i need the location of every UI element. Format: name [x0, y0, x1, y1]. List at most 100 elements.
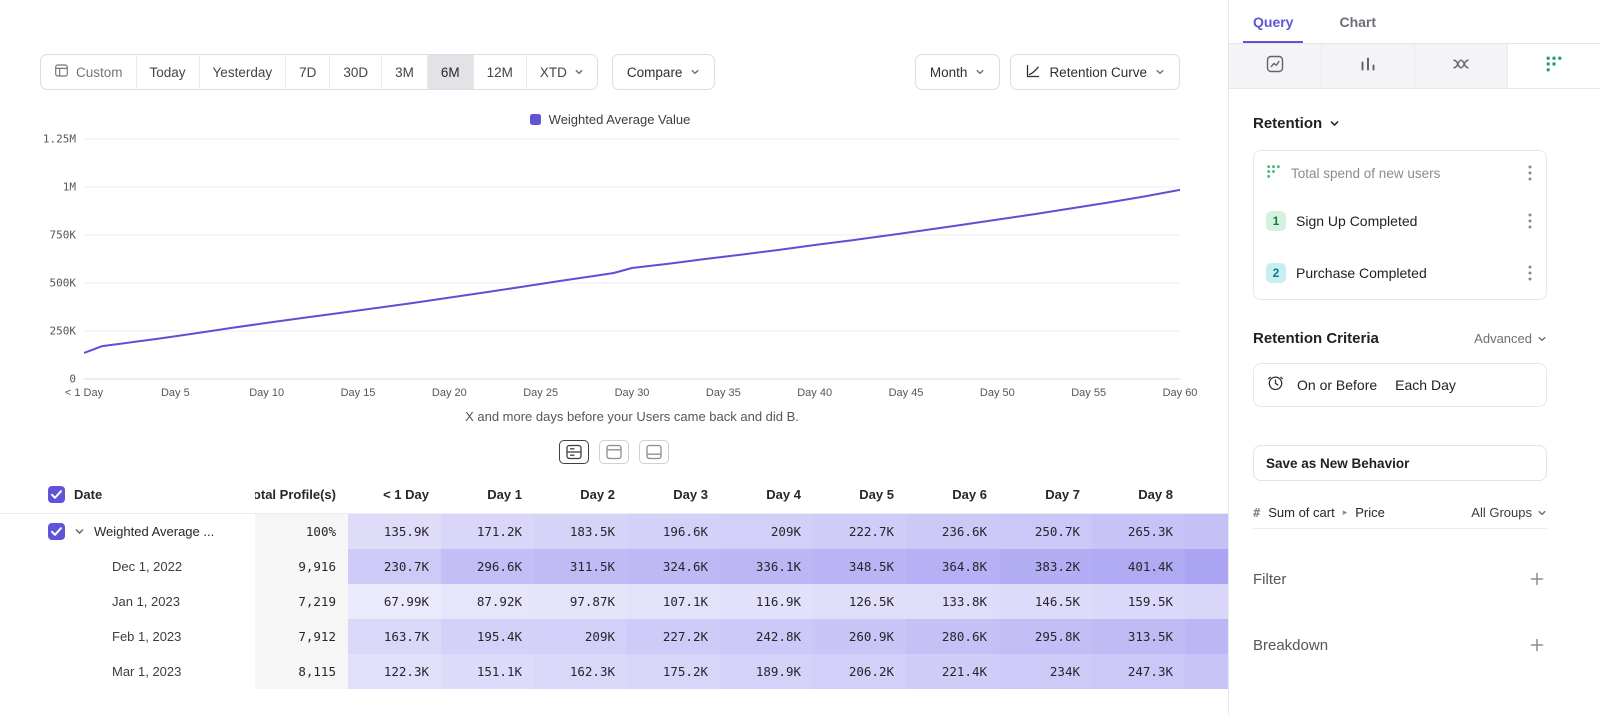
- measure-event: Sum of cart: [1268, 505, 1334, 520]
- kebab-menu-icon[interactable]: [1526, 261, 1534, 285]
- report-tile-funnels[interactable]: [1322, 44, 1415, 88]
- x-axis-labels: < 1 DayDay 5Day 10Day 15Day 20Day 25Day …: [84, 387, 1180, 403]
- value-cell: 116.9K: [720, 584, 813, 619]
- range-custom[interactable]: Custom: [41, 55, 137, 89]
- value-cell: 209K: [720, 514, 813, 549]
- range-yesterday[interactable]: Yesterday: [200, 55, 287, 89]
- column-header: Day 4: [720, 476, 813, 513]
- all-groups-dropdown[interactable]: All Groups: [1471, 505, 1547, 520]
- kebab-menu-icon[interactable]: [1526, 161, 1534, 185]
- checkbox-checked[interactable]: [48, 486, 65, 503]
- range-xtd[interactable]: XTD: [527, 55, 597, 89]
- report-tile-insights[interactable]: [1229, 44, 1322, 88]
- table-row[interactable]: Jan 1, 20237,21967.99K87.92K97.87K107.1K…: [0, 584, 1228, 619]
- value-cell: 324.6K: [627, 549, 720, 584]
- value-cell: 348.5K: [813, 549, 906, 584]
- add-filter-button[interactable]: [1527, 569, 1547, 589]
- table-row[interactable]: Weighted Average ...100%135.9K171.2K183.…: [0, 514, 1228, 549]
- value-cell: 159.5K: [1092, 584, 1185, 619]
- table-view-toggles: [0, 440, 1228, 464]
- retention-table-body: Weighted Average ...100%135.9K171.2K183.…: [0, 514, 1228, 689]
- sidebar-body: Retention Total spend of new users 1 Sig…: [1229, 89, 1600, 655]
- view-toggle-top-split[interactable]: [599, 440, 629, 464]
- compare-button[interactable]: Compare: [612, 54, 716, 90]
- step-label: Sign Up Completed: [1296, 213, 1417, 229]
- retention-section-title[interactable]: Retention: [1253, 115, 1547, 132]
- range-30d[interactable]: 30D: [330, 55, 382, 89]
- x-tick-label: < 1 Day: [65, 387, 103, 399]
- view-toggle-bottom-split[interactable]: [639, 440, 669, 464]
- y-tick-label: 1M: [63, 181, 76, 194]
- value-cell: 336.1K: [720, 549, 813, 584]
- clipped-cell: [1185, 514, 1228, 549]
- report-tile-flows[interactable]: [1415, 44, 1508, 88]
- range-today[interactable]: Today: [137, 55, 200, 89]
- retention-report-app: CustomTodayYesterday7D30D3M6M12MXTD Comp…: [0, 0, 1600, 715]
- checkbox-checked[interactable]: [48, 523, 65, 540]
- step-sign-up[interactable]: 1 Sign Up Completed: [1254, 195, 1546, 247]
- value-cell: 242.8K: [720, 619, 813, 654]
- value-cell: 133.8K: [906, 584, 999, 619]
- range-12m[interactable]: 12M: [474, 55, 527, 89]
- clipped-header: [1185, 476, 1228, 513]
- table-row[interactable]: Dec 1, 20229,916230.7K296.6K311.5K324.6K…: [0, 549, 1228, 584]
- plot-area: [84, 135, 1180, 383]
- value-cell: 383.2K: [999, 549, 1092, 584]
- granularity-button[interactable]: Month: [915, 54, 1001, 90]
- table-row[interactable]: Feb 1, 20237,912163.7K195.4K209K227.2K24…: [0, 619, 1228, 654]
- tab-chart[interactable]: Chart: [1329, 0, 1386, 43]
- row-label: Feb 1, 2023: [0, 619, 255, 654]
- advanced-dropdown[interactable]: Advanced: [1474, 331, 1547, 346]
- table-row[interactable]: Mar 1, 20238,115122.3K151.1K162.3K175.2K…: [0, 654, 1228, 689]
- measure-row[interactable]: # Sum of cart ▸ Price All Groups: [1253, 497, 1547, 529]
- column-header: Total Profile(s): [255, 476, 348, 513]
- value-cell: 122.3K: [348, 654, 441, 689]
- column-header: Day 1: [441, 476, 534, 513]
- total-profiles-cell: 8,115: [255, 654, 348, 689]
- insights-icon: [1266, 55, 1284, 78]
- value-cell: 221.4K: [906, 654, 999, 689]
- view-toggle-rows[interactable]: [559, 440, 589, 464]
- value-cell: 135.9K: [348, 514, 441, 549]
- step-number-badge: 2: [1266, 263, 1286, 283]
- value-cell: 175.2K: [627, 654, 720, 689]
- x-tick-label: Day 30: [615, 387, 650, 399]
- step-label: Purchase Completed: [1296, 265, 1427, 281]
- retention-dots-icon: [1545, 55, 1563, 78]
- date-range-group: CustomTodayYesterday7D30D3M6M12MXTD: [40, 54, 598, 90]
- legend-swatch: [530, 114, 541, 125]
- value-cell: 247.3K: [1092, 654, 1185, 689]
- chevron-down-icon: [1537, 334, 1547, 344]
- filter-section: Filter: [1253, 569, 1547, 589]
- chevron-down-icon: [690, 67, 700, 77]
- value-cell: 189.9K: [720, 654, 813, 689]
- step-purchase[interactable]: 2 Purchase Completed: [1254, 247, 1546, 299]
- report-tile-retention[interactable]: [1508, 44, 1600, 88]
- save-as-new-behavior-button[interactable]: Save as New Behavior: [1253, 445, 1547, 481]
- retention-chart: Weighted Average Value 1.25M1M750K500K25…: [0, 90, 1228, 424]
- row-label: Mar 1, 2023: [0, 654, 255, 689]
- behavior-dots-icon: [1266, 164, 1281, 182]
- range-6m[interactable]: 6M: [428, 55, 474, 89]
- chevron-down-icon[interactable]: [74, 526, 85, 537]
- value-cell: 227.2K: [627, 619, 720, 654]
- line-chart: [84, 135, 1180, 383]
- range-3m[interactable]: 3M: [382, 55, 428, 89]
- report-main: CustomTodayYesterday7D30D3M6M12MXTD Comp…: [0, 0, 1228, 715]
- x-tick-label: Day 5: [161, 387, 190, 399]
- kebab-menu-icon[interactable]: [1526, 209, 1534, 233]
- criteria-card[interactable]: On or Before Each Day: [1253, 363, 1547, 407]
- range-7d[interactable]: 7D: [286, 55, 330, 89]
- x-tick-label: Day 50: [980, 387, 1015, 399]
- value-cell: 296.6K: [441, 549, 534, 584]
- column-header: Day 5: [813, 476, 906, 513]
- tab-query[interactable]: Query: [1243, 0, 1303, 43]
- chart-view-button[interactable]: Retention Curve: [1010, 54, 1180, 90]
- x-tick-label: Day 10: [249, 387, 284, 399]
- row-label: Dec 1, 2022: [0, 549, 255, 584]
- behavior-header[interactable]: Total spend of new users: [1254, 151, 1546, 195]
- x-axis-caption: X and more days before your Users came b…: [84, 409, 1180, 424]
- add-breakdown-button[interactable]: [1527, 635, 1547, 655]
- clipped-cell: [1185, 549, 1228, 584]
- legend-label: Weighted Average Value: [549, 112, 691, 127]
